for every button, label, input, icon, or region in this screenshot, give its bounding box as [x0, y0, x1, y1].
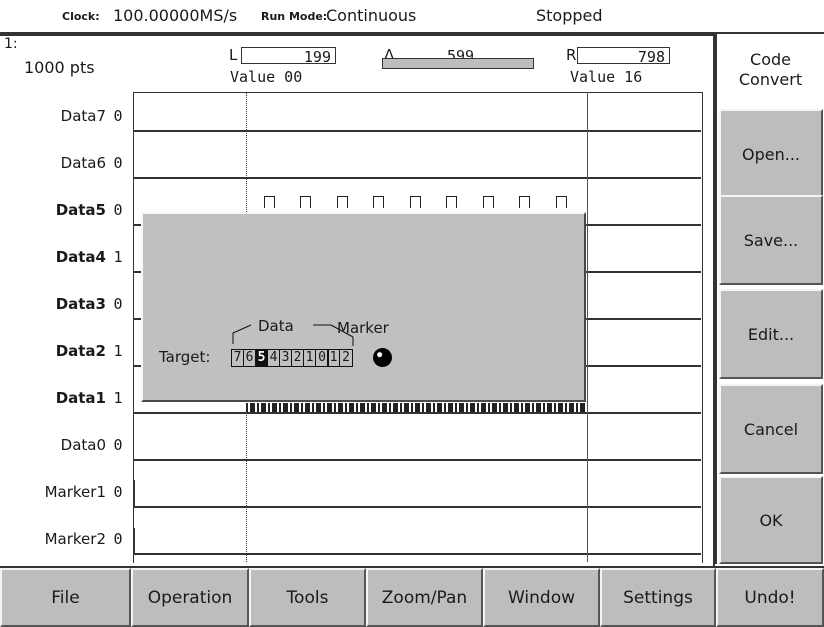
- signal-trace: [133, 553, 701, 555]
- data5-pulse: [446, 196, 457, 208]
- tab-settings[interactable]: Settings: [600, 568, 716, 627]
- data5-pulse: [300, 196, 311, 208]
- bit-cell[interactable]: 6: [244, 350, 256, 366]
- cancel-button[interactable]: Cancel: [719, 384, 823, 474]
- channel-number: 1:: [4, 36, 18, 52]
- data1-transitions: [246, 403, 587, 412]
- clock-value: 100.00000MS/s: [113, 6, 238, 25]
- row-label-marker1[interactable]: Marker1 0: [0, 483, 130, 501]
- signal-trace: [133, 130, 701, 132]
- right-cursor-position[interactable]: 798: [577, 47, 670, 66]
- row-label-data5[interactable]: Data5 0: [0, 201, 130, 219]
- row-label-data1[interactable]: Data1 1: [0, 389, 130, 407]
- data-group-label: Data: [258, 317, 294, 335]
- marker2-edge: [133, 528, 135, 554]
- marker-cell[interactable]: 1: [328, 350, 340, 366]
- left-cursor-label: L: [229, 46, 238, 64]
- right-cursor-label: R: [566, 46, 577, 64]
- marker-bit-selector[interactable]: 1 2: [327, 349, 353, 367]
- data5-pulse: [264, 196, 275, 208]
- bit-cell[interactable]: 1: [304, 350, 316, 366]
- left-cursor-position[interactable]: 199: [241, 47, 336, 66]
- left-cursor-value: Value 00: [230, 68, 303, 86]
- signal-trace: [133, 177, 701, 179]
- side-menu: Code Convert Open... Save... Edit... Can…: [715, 34, 824, 564]
- open-button[interactable]: Open...: [719, 109, 823, 199]
- target-bit-dialog: Data Marker Target: 7 6 5 4 3 2 1 0 1 2: [141, 212, 586, 402]
- clock-label: Clock:: [62, 10, 100, 23]
- tab-operation[interactable]: Operation: [131, 568, 249, 627]
- bit-cell[interactable]: 4: [268, 350, 280, 366]
- edit-button[interactable]: Edit...: [719, 289, 823, 379]
- row-label-data0[interactable]: Data0 0: [0, 436, 130, 454]
- undo-button[interactable]: Undo!: [716, 568, 824, 627]
- row-label-data6[interactable]: Data6 0: [0, 154, 130, 172]
- bit-cell[interactable]: 2: [292, 350, 304, 366]
- save-button[interactable]: Save...: [719, 195, 823, 285]
- cursor-span-gauge: [382, 58, 534, 69]
- status-bar: Clock: 100.00000MS/s Run Mode: Continuou…: [0, 0, 824, 34]
- data5-pulse: [337, 196, 348, 208]
- marker1-edge: [133, 480, 135, 506]
- signal-trace: [133, 459, 701, 461]
- run-state: Stopped: [536, 6, 603, 25]
- data5-pulse: [410, 196, 421, 208]
- ok-button[interactable]: OK: [719, 476, 823, 564]
- row-label-data3[interactable]: Data3 0: [0, 295, 130, 313]
- data5-pulse: [556, 196, 567, 208]
- run-mode-value: Continuous: [326, 6, 417, 25]
- marker-group-label: Marker: [337, 319, 389, 337]
- data5-pulse: [483, 196, 494, 208]
- points-count: 1000 pts: [24, 58, 95, 77]
- signal-trace: [133, 412, 701, 414]
- bottom-menu: File Operation Tools Zoom/Pan Window Set…: [0, 566, 824, 627]
- data5-pulse: [373, 196, 384, 208]
- tab-window[interactable]: Window: [483, 568, 600, 627]
- bit-cell-selected[interactable]: 5: [256, 350, 268, 366]
- target-label: Target:: [159, 348, 211, 366]
- marker-cell[interactable]: 2: [340, 350, 352, 366]
- tab-file[interactable]: File: [0, 568, 131, 627]
- knob-icon: [373, 348, 392, 367]
- run-mode-label: Run Mode:: [261, 10, 328, 23]
- row-label-data4[interactable]: Data4 1: [0, 248, 130, 266]
- tab-tools[interactable]: Tools: [249, 568, 366, 627]
- signal-trace: [133, 506, 701, 508]
- row-label-marker2[interactable]: Marker2 0: [0, 530, 130, 548]
- bit-cell[interactable]: 7: [232, 350, 244, 366]
- data5-pulse: [519, 196, 530, 208]
- right-cursor-value: Value 16: [570, 68, 643, 86]
- bit-bracket-lines: [232, 324, 354, 346]
- side-menu-title: Code Convert: [738, 50, 803, 89]
- bit-cell[interactable]: 3: [280, 350, 292, 366]
- waveform-header: 1: 1000 pts L 199 Value 00 Δ 599 R 798 V…: [0, 34, 713, 92]
- data-bit-selector[interactable]: 7 6 5 4 3 2 1 0: [231, 349, 329, 367]
- row-label-data2[interactable]: Data2 1: [0, 342, 130, 360]
- row-label-data7[interactable]: Data7 0: [0, 107, 130, 125]
- tab-zoom-pan[interactable]: Zoom/Pan: [366, 568, 483, 627]
